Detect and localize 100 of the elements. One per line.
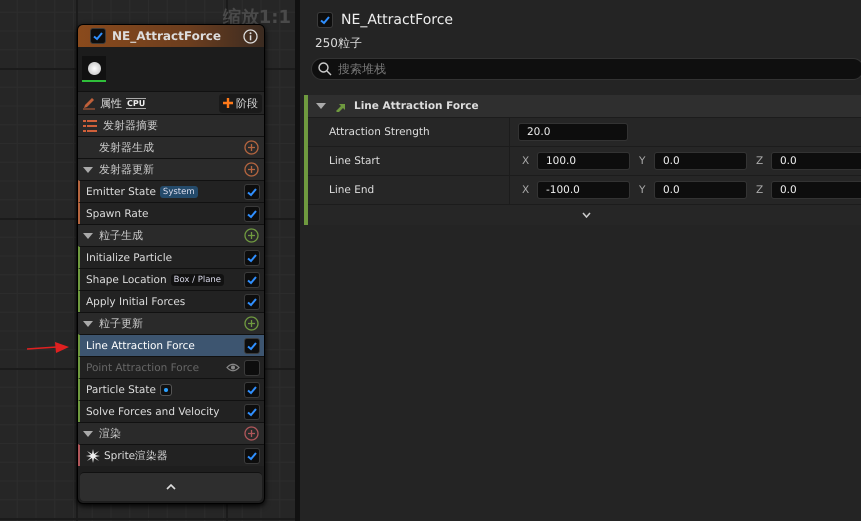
axis-label: X xyxy=(522,184,530,196)
checkmark-icon xyxy=(246,384,258,396)
section-header[interactable]: Line Attraction Force xyxy=(308,95,861,117)
checkmark-icon xyxy=(246,406,258,418)
emitter-node[interactable] xyxy=(77,24,265,504)
properties-label[interactable]: 属性 xyxy=(100,96,122,110)
checkmark-icon xyxy=(246,296,258,308)
value-field[interactable]: 0.0 xyxy=(654,152,747,170)
property-label: Attraction Strength xyxy=(308,118,510,146)
module-label: Shape Location xyxy=(86,274,167,286)
arrow-icon xyxy=(27,342,69,354)
checkbox[interactable] xyxy=(244,404,260,420)
section-header[interactable]: 粒子更新 xyxy=(78,312,264,334)
expand-arrow-icon[interactable] xyxy=(316,103,326,109)
axis-label: Z xyxy=(756,155,764,167)
checkmark-icon xyxy=(246,252,258,264)
module-row[interactable]: Spawn Rate xyxy=(78,202,264,224)
expand-arrow-icon[interactable] xyxy=(83,320,93,326)
expand-arrow-icon[interactable] xyxy=(83,166,93,172)
module-label: Line Attraction Force xyxy=(86,340,195,352)
checkbox[interactable] xyxy=(244,294,260,310)
checkbox[interactable] xyxy=(244,360,260,376)
section-label: 发射器更新 xyxy=(99,162,154,177)
section-label: 发射器生成 xyxy=(99,140,154,155)
node-header[interactable]: NE_AttractForce xyxy=(78,25,264,47)
module-row[interactable]: Initialize Particle xyxy=(78,246,264,268)
checkbox[interactable] xyxy=(317,12,333,28)
checkbox[interactable] xyxy=(244,206,260,222)
checkmark-icon xyxy=(246,340,258,352)
section-label: 渲染 xyxy=(99,426,121,441)
section-title: Line Attraction Force xyxy=(354,100,479,112)
property-label: Line Start xyxy=(308,147,510,175)
module-row[interactable]: Emitter State System xyxy=(78,180,264,202)
section-label: 粒子更新 xyxy=(99,316,143,331)
module-row[interactable]: Line Attraction Force xyxy=(78,334,264,356)
value-field[interactable]: 0.0 xyxy=(771,181,861,199)
checkbox[interactable] xyxy=(244,448,260,464)
particle-count: 250粒子 xyxy=(314,35,362,52)
chevron-up-icon xyxy=(166,484,176,490)
value-field[interactable]: 0.0 xyxy=(771,152,861,170)
checkmark-icon xyxy=(319,14,331,26)
value-field[interactable]: 20.0 xyxy=(518,123,628,141)
module-label: Initialize Particle xyxy=(86,252,172,264)
node-title: NE_AttractForce xyxy=(112,29,222,43)
module-row[interactable]: Shape Location Box / Plane xyxy=(78,268,264,290)
property-label: Line End xyxy=(308,176,510,204)
checkbox[interactable] xyxy=(244,250,260,266)
checkmark-icon xyxy=(246,186,258,198)
section-header[interactable]: 发射器生成 xyxy=(78,136,264,158)
module-row[interactable]: Particle State xyxy=(78,378,264,400)
value-field[interactable]: 0.0 xyxy=(654,181,747,199)
badge: System xyxy=(160,186,198,198)
checkmark-icon xyxy=(246,274,258,286)
badge: Box / Plane xyxy=(170,274,224,286)
module-row[interactable]: Sprite渲染器 xyxy=(78,444,264,466)
checkmark-icon xyxy=(246,208,258,220)
add-icon[interactable] xyxy=(244,228,259,243)
module-label: Emitter State xyxy=(86,186,156,198)
eye-icon[interactable] xyxy=(226,363,240,372)
add-icon[interactable] xyxy=(244,140,259,155)
section-label: 粒子生成 xyxy=(99,228,143,243)
add-stage-button[interactable]: 阶段 xyxy=(219,94,262,112)
sparkle-icon xyxy=(86,448,100,462)
axis-label: Y xyxy=(639,184,646,196)
module-row[interactable]: Solve Forces and Velocity xyxy=(78,400,264,422)
module-label: Solve Forces and Velocity xyxy=(86,406,220,418)
checkbox[interactable] xyxy=(90,28,106,44)
module-label: Sprite渲染器 xyxy=(104,448,168,462)
axis-label: Y xyxy=(639,155,646,167)
pencil-icon[interactable] xyxy=(82,96,96,110)
checkbox[interactable] xyxy=(244,382,260,398)
module-row[interactable]: Apply Initial Forces xyxy=(78,290,264,312)
particle-thumbnail xyxy=(82,56,106,82)
section-header[interactable]: 发射器摘要 xyxy=(78,114,264,136)
section-header[interactable]: 渲染 xyxy=(78,422,264,444)
value-field[interactable]: -100.0 xyxy=(537,181,630,199)
checkmark-icon xyxy=(92,30,104,42)
section-header[interactable]: 粒子生成 xyxy=(78,224,264,246)
emitter-title: NE_AttractForce xyxy=(341,12,454,28)
checkbox[interactable] xyxy=(244,184,260,200)
chevron-down-icon[interactable] xyxy=(582,212,590,218)
plus-icon xyxy=(223,98,233,108)
checkbox[interactable] xyxy=(244,272,260,288)
expand-arrow-icon[interactable] xyxy=(83,430,93,436)
sim-target-label: CPU xyxy=(126,98,146,108)
module-label: Particle State xyxy=(86,384,156,396)
list-icon xyxy=(83,120,97,132)
value-field[interactable]: 100.0 xyxy=(537,152,630,170)
section-label: 发射器摘要 xyxy=(103,118,158,133)
add-icon[interactable] xyxy=(244,426,259,441)
section-header[interactable]: 发射器更新 xyxy=(78,158,264,180)
checkbox[interactable] xyxy=(244,338,260,354)
module-label: Spawn Rate xyxy=(86,208,148,220)
search-field[interactable]: 搜索堆栈 xyxy=(311,58,861,80)
add-icon[interactable] xyxy=(244,316,259,331)
add-icon[interactable] xyxy=(244,162,259,177)
search-icon xyxy=(318,62,332,76)
info-icon[interactable] xyxy=(243,28,258,44)
module-label: Point Attraction Force xyxy=(86,362,200,374)
expand-arrow-icon[interactable] xyxy=(83,232,93,238)
